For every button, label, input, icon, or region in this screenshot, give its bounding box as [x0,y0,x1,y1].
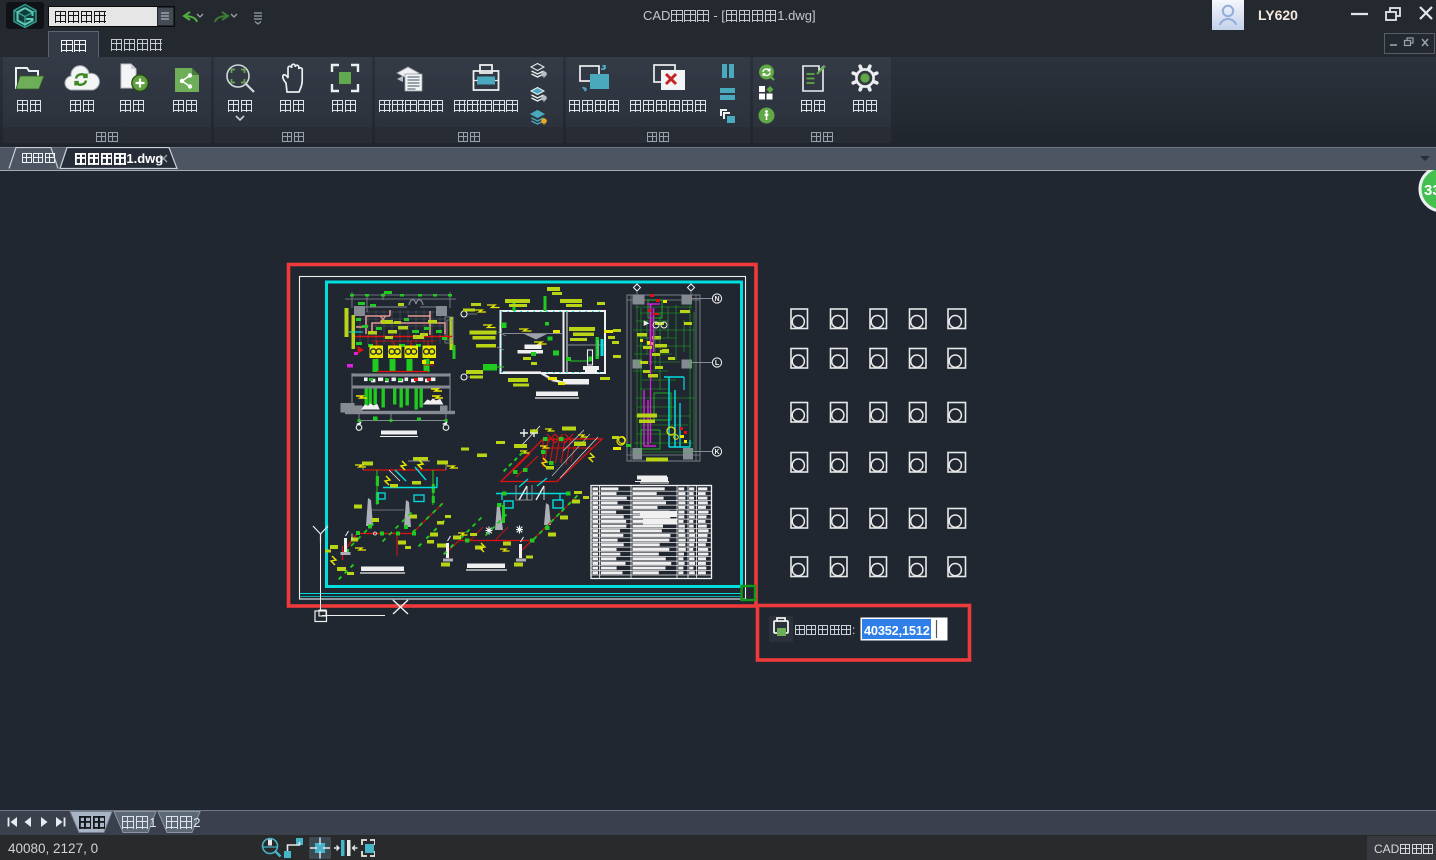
svg-text:33: 33 [1424,182,1436,199]
svg-text:40352,1512: 40352,1512 [864,623,930,638]
svg-text:K: K [714,449,719,456]
svg-text:L: L [715,360,720,367]
svg-text:N: N [714,296,719,303]
